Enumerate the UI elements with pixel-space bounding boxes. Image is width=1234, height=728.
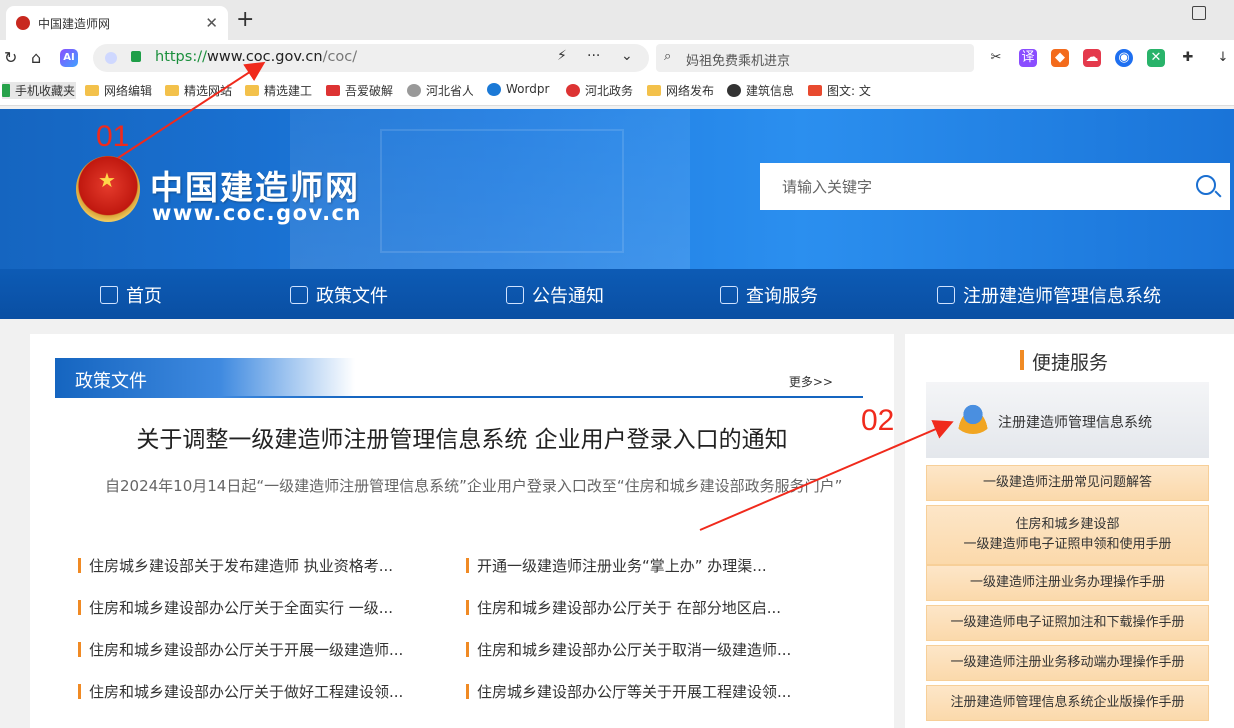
e-cert-manual-button[interactable]: 住房和城乡建设部 一级建造师电子证照申领和使用手册 bbox=[926, 505, 1209, 565]
pinwheel-icon bbox=[808, 85, 822, 96]
site-domain: www.coc.gov.cn bbox=[152, 201, 362, 225]
section-title: 政策文件 bbox=[75, 371, 147, 392]
window-restore-icon[interactable] bbox=[1192, 6, 1206, 20]
folder-icon bbox=[165, 85, 179, 96]
enterprise-manual-button[interactable]: 注册建造师管理信息系统企业版操作手册 bbox=[926, 685, 1209, 721]
folder-icon bbox=[85, 85, 99, 96]
e-cert-download-manual-button[interactable]: 一级建造师电子证照加注和下载操作手册 bbox=[926, 605, 1209, 641]
mobile-manual-button[interactable]: 一级建造师注册业务移动端办理操作手册 bbox=[926, 645, 1209, 681]
site-icon bbox=[326, 85, 340, 96]
cloud-icon bbox=[487, 82, 501, 96]
bookmark-item[interactable]: 河北省人 bbox=[407, 82, 473, 99]
nav-policy[interactable]: 政策文件 bbox=[290, 282, 388, 308]
query-icon bbox=[720, 286, 738, 304]
search-icon[interactable] bbox=[1196, 175, 1216, 195]
site-favicon-icon bbox=[16, 16, 30, 30]
annotation-number-02: 02 bbox=[861, 404, 895, 437]
globe-icon bbox=[407, 84, 421, 97]
document-icon bbox=[290, 286, 308, 304]
browser-search-box[interactable]: ⌕ 妈祖免费乘机进京 bbox=[656, 44, 974, 72]
game-extension-icon[interactable]: ◆ bbox=[1051, 49, 1069, 67]
browser-search-text: 妈祖免费乘机进京 bbox=[686, 54, 791, 69]
bookmark-item[interactable]: 河北政务 bbox=[566, 82, 634, 99]
folder-icon bbox=[245, 85, 259, 96]
news-item[interactable]: 住房城乡建设部关于发布建造师 执业资格考... bbox=[78, 555, 393, 576]
reload-icon[interactable]: ↻ bbox=[4, 48, 17, 67]
announcement-icon bbox=[506, 286, 524, 304]
headline-link[interactable]: 关于调整一级建造师注册管理信息系统 企业用户登录入口的通知 bbox=[30, 420, 894, 454]
registration-system-label: 注册建造师管理信息系统 bbox=[998, 415, 1152, 431]
headline-summary: 自2024年10月14日起“一级建造师注册管理信息系统”企业用户登录入口改至“住… bbox=[105, 477, 843, 495]
search-icon: ⌕ bbox=[664, 49, 672, 64]
main-nav: 首页 政策文件 公告通知 查询服务 注册建造师管理信息系统 bbox=[0, 269, 1234, 319]
annotation-number-01: 01 bbox=[96, 120, 130, 153]
home-icon[interactable]: ⌂ bbox=[31, 48, 41, 67]
more-link[interactable]: 更多>> bbox=[789, 373, 833, 390]
national-emblem-icon bbox=[76, 156, 140, 222]
nav-home[interactable]: 首页 bbox=[100, 282, 162, 308]
faq-button[interactable]: 一级建造师注册常见问题解答 bbox=[926, 465, 1209, 501]
bookmark-item[interactable]: Wordpr bbox=[487, 82, 552, 96]
download-icon[interactable]: ↓ bbox=[1214, 49, 1232, 67]
services-title: 便捷服务 bbox=[1020, 348, 1108, 375]
circle-extension-icon[interactable]: ◉ bbox=[1115, 49, 1133, 67]
cloud-extension-icon[interactable]: ☁ bbox=[1083, 49, 1101, 67]
bookmark-item[interactable]: 图文: 文 bbox=[808, 82, 872, 99]
browser-tab[interactable]: 中国建造师网 ✕ bbox=[6, 6, 228, 40]
user-icon bbox=[954, 404, 992, 434]
bookmark-item[interactable]: 精选建工 bbox=[245, 82, 313, 99]
nav-query[interactable]: 查询服务 bbox=[720, 282, 818, 308]
news-item[interactable]: 住房和城乡建设部办公厅关于全面实行 一级... bbox=[78, 597, 393, 618]
scissors-icon[interactable]: ✂ bbox=[987, 49, 1005, 67]
folder-icon bbox=[647, 85, 661, 96]
home-icon bbox=[100, 286, 118, 304]
browser-tabstrip: 中国建造师网 ✕ + bbox=[0, 0, 1234, 40]
new-tab-button[interactable]: + bbox=[236, 7, 254, 33]
chat-icon bbox=[727, 84, 741, 97]
services-panel: 便捷服务 注册建造师管理信息系统 一级建造师注册常见问题解答 住房和城乡建设部 … bbox=[905, 334, 1234, 728]
ai-assistant-icon[interactable]: AI bbox=[60, 49, 78, 67]
registration-manual-button[interactable]: 一级建造师注册业务办理操作手册 bbox=[926, 565, 1209, 601]
bookmarks-bar: 手机收藏夹 网络编辑 精选网站 精选建工 吾爱破解 河北省人 Wordpr 河北… bbox=[0, 76, 1234, 106]
nav-registration-system[interactable]: 注册建造师管理信息系统 bbox=[937, 282, 1161, 308]
more-icon[interactable]: ··· bbox=[587, 48, 600, 64]
policy-section-header: 政策文件 更多>> bbox=[55, 358, 863, 398]
news-item[interactable]: 住房和城乡建设部办公厅关于 在部分地区启... bbox=[466, 597, 781, 618]
browser-toolbar: ↻ ⌂ AI https://www.coc.gov.cn/coc/ ⚡ ···… bbox=[0, 40, 1234, 76]
news-item[interactable]: 开通一级建造师注册业务“掌上办” 办理渠... bbox=[466, 555, 767, 576]
tab-close-icon[interactable]: ✕ bbox=[205, 14, 218, 32]
secure-lock-icon[interactable] bbox=[131, 51, 141, 62]
nav-notice[interactable]: 公告通知 bbox=[506, 282, 604, 308]
bookmark-item[interactable]: 手机收藏夹 bbox=[2, 82, 76, 99]
extensions-icon[interactable]: ✚ bbox=[1179, 49, 1197, 67]
registration-system-link[interactable]: 注册建造师管理信息系统 bbox=[926, 382, 1209, 458]
lightning-icon[interactable]: ⚡ bbox=[557, 48, 567, 64]
site-search-box bbox=[760, 163, 1230, 210]
bookmark-item[interactable]: 精选网站 bbox=[165, 82, 233, 99]
site-search-input[interactable] bbox=[760, 163, 1180, 210]
bookmark-item[interactable]: 网络编辑 bbox=[85, 82, 155, 99]
bookmark-item[interactable]: 网络发布 bbox=[647, 82, 717, 99]
site-info-icon[interactable] bbox=[105, 52, 117, 64]
site-header: 中国建造师网 www.coc.gov.cn bbox=[0, 109, 1234, 269]
news-item[interactable]: 住房和城乡建设部办公厅关于开展一级建造师... bbox=[78, 639, 403, 660]
policy-panel: 政策文件 更多>> 关于调整一级建造师注册管理信息系统 企业用户登录入口的通知 … bbox=[30, 334, 894, 728]
news-item[interactable]: 住房城乡建设部办公厅等关于开展工程建设领... bbox=[466, 681, 791, 702]
tab-title: 中国建造师网 bbox=[38, 16, 111, 31]
url-text[interactable]: https://www.coc.gov.cn/coc/ bbox=[155, 49, 357, 65]
chevron-down-icon[interactable]: ⌄ bbox=[621, 48, 633, 64]
address-bar[interactable]: https://www.coc.gov.cn/coc/ ⚡ ··· ⌄ bbox=[93, 44, 649, 72]
bookmark-item[interactable]: 建筑信息 bbox=[727, 82, 795, 99]
puzzle-color-extension-icon[interactable]: ✕ bbox=[1147, 49, 1165, 67]
bookmark-item[interactable]: 吾爱破解 bbox=[326, 82, 394, 99]
phone-icon bbox=[2, 84, 10, 97]
news-item[interactable]: 住房和城乡建设部办公厅关于取消一级建造师... bbox=[466, 639, 791, 660]
emblem-icon bbox=[566, 84, 580, 97]
news-item[interactable]: 住房和城乡建设部办公厅关于做好工程建设领... bbox=[78, 681, 403, 702]
chart-icon bbox=[937, 286, 955, 304]
translate-icon[interactable]: 译 bbox=[1019, 49, 1037, 67]
